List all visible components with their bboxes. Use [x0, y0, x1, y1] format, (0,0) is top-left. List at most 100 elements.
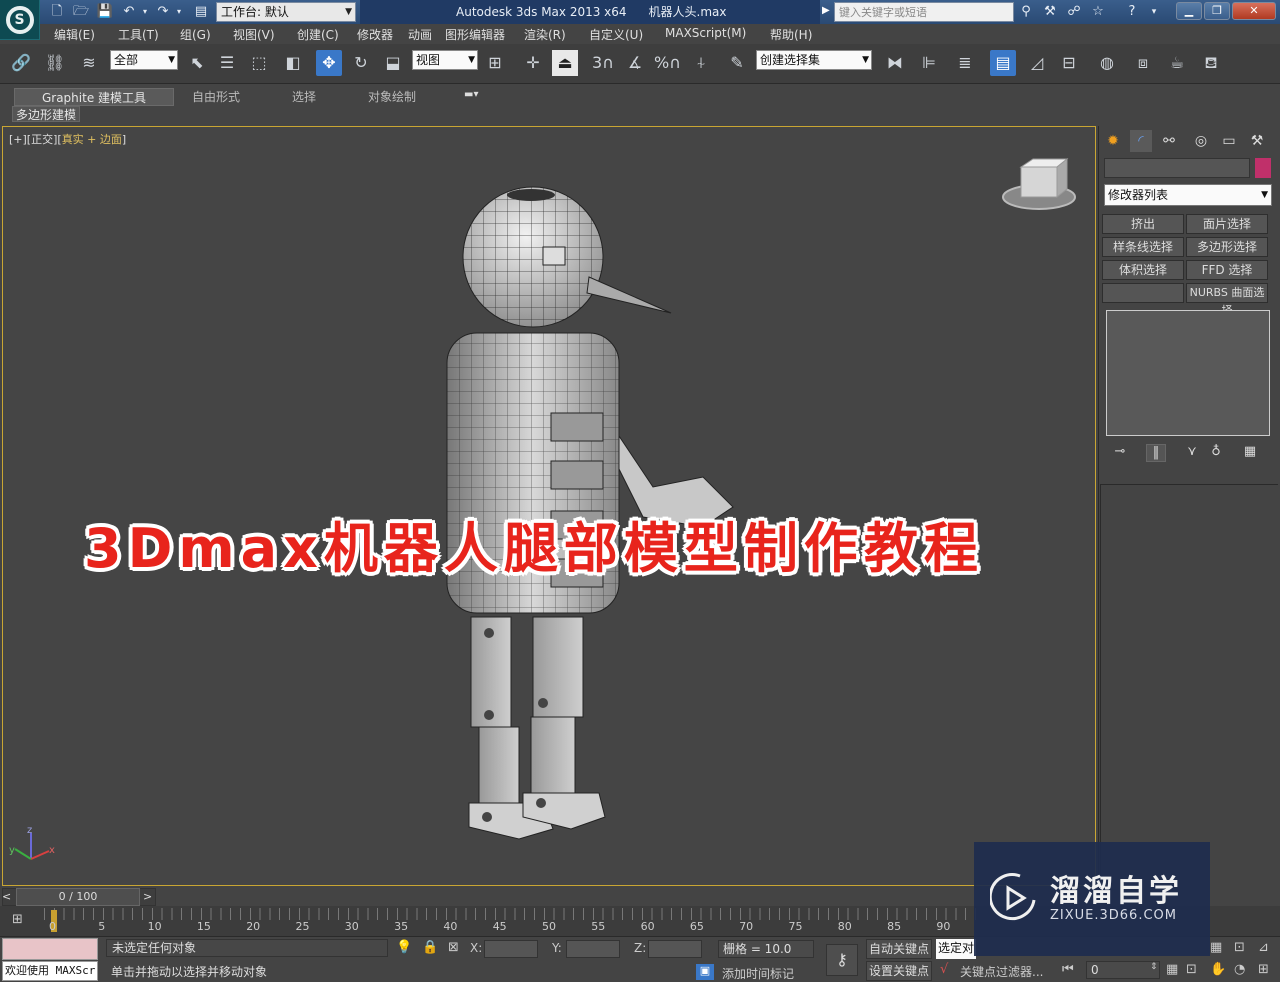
make-unique-icon[interactable]: ⋎: [1182, 444, 1202, 462]
go-to-start-icon[interactable]: ⏮: [1062, 962, 1074, 977]
x-coordinate-field[interactable]: [484, 940, 538, 958]
frame-spinner-icon[interactable]: ⇕: [1150, 962, 1158, 972]
selection-lock-icon[interactable]: 🔒: [422, 940, 438, 955]
material-editor-icon[interactable]: ◍: [1094, 50, 1120, 76]
unlink-icon[interactable]: ⛓: [42, 50, 68, 76]
menu-rendering[interactable]: 渲染(R): [524, 26, 566, 43]
key-mode-dropdown[interactable]: 选定对: [936, 939, 976, 959]
expand-arrow-icon[interactable]: ▶: [822, 5, 830, 16]
select-and-rotate-icon[interactable]: ↻: [348, 50, 374, 76]
help-icon[interactable]: ?: [1122, 3, 1142, 21]
remove-modifier-icon[interactable]: ♁: [1206, 444, 1226, 462]
modify-tab-icon[interactable]: ◜: [1130, 130, 1152, 152]
display-tab-icon[interactable]: ▭: [1218, 130, 1240, 152]
track-ruler[interactable]: [44, 908, 980, 920]
render-setup-icon[interactable]: ⧈: [1130, 50, 1156, 76]
project-folder-icon[interactable]: ▤: [192, 3, 210, 21]
time-slider-thumb[interactable]: 0 / 100: [16, 888, 140, 906]
window-crossing-icon[interactable]: ◧: [280, 50, 306, 76]
utilities-tab-icon[interactable]: ⚒: [1246, 130, 1268, 152]
restore-button[interactable]: ❐: [1204, 2, 1230, 20]
time-tag-icon[interactable]: ▣: [696, 964, 714, 980]
ribbon-options-icon[interactable]: ▬▾: [464, 89, 478, 100]
undo-icon[interactable]: ↶: [120, 3, 138, 21]
subscription-icon[interactable]: ⚒: [1040, 3, 1060, 21]
menu-modifiers[interactable]: 修改器: [357, 26, 393, 43]
menu-animation[interactable]: 动画: [408, 26, 432, 43]
empty-modifier-button[interactable]: [1102, 283, 1184, 303]
time-slider-prev-icon[interactable]: <: [2, 890, 16, 904]
motion-tab-icon[interactable]: ◎: [1190, 130, 1212, 152]
angle-snap-icon[interactable]: ∡: [622, 50, 648, 76]
view-cube[interactable]: [1002, 157, 1076, 210]
render-production-icon[interactable]: ⛾: [1198, 50, 1224, 76]
link-icon[interactable]: 🔗: [8, 50, 34, 76]
orbit-icon[interactable]: ◔: [1234, 962, 1245, 977]
spinner-snap-icon[interactable]: ⍭: [688, 50, 714, 76]
configure-modifier-sets-icon[interactable]: ▦: [1240, 444, 1260, 462]
polygon-modeling-panel[interactable]: 多边形建模: [12, 106, 80, 122]
pivot-center-icon[interactable]: ⊞: [482, 50, 508, 76]
reference-coordinate-dropdown[interactable]: 视图 ▼: [412, 50, 478, 70]
z-coordinate-field[interactable]: [648, 940, 702, 958]
menu-maxscript[interactable]: MAXScript(M): [665, 26, 746, 40]
key-filters-button[interactable]: 关键点过滤器...: [960, 963, 1043, 980]
percent-snap-icon[interactable]: %∩: [654, 50, 681, 76]
auto-key-button[interactable]: 自动关键点: [866, 939, 932, 959]
maxscript-listener-output[interactable]: [2, 938, 98, 960]
tab-selection[interactable]: 选择: [292, 88, 316, 106]
menu-group[interactable]: 组(G): [180, 26, 211, 43]
poly-select-button[interactable]: 多边形选择: [1186, 237, 1268, 257]
set-key-button[interactable]: 设置关键点: [866, 961, 932, 981]
vol-select-button[interactable]: 体积选择: [1102, 260, 1184, 280]
time-slider-next-icon[interactable]: >: [143, 890, 157, 904]
select-and-scale-icon[interactable]: ⬓: [380, 50, 406, 76]
modifier-list-dropdown[interactable]: 修改器列表 ▼: [1104, 184, 1272, 206]
minimize-button[interactable]: ▁: [1176, 2, 1202, 20]
graphite-toggle-icon[interactable]: ▤: [990, 50, 1016, 76]
zoom-extents-all-icon[interactable]: ⊡: [1234, 940, 1245, 955]
menu-create[interactable]: 创建(C): [297, 26, 339, 43]
app-logo-button[interactable]: S: [0, 0, 40, 40]
rectangular-selection-icon[interactable]: ⬚: [246, 50, 272, 76]
menu-tools[interactable]: 工具(T): [118, 26, 159, 43]
patch-select-button[interactable]: 面片选择: [1186, 214, 1268, 234]
help-dropdown-icon[interactable]: ▾: [1144, 3, 1164, 21]
time-config-icon[interactable]: ▦: [1166, 962, 1178, 977]
y-coordinate-field[interactable]: [566, 940, 620, 958]
communication-center-icon[interactable]: ☍: [1064, 3, 1084, 21]
bind-space-warp-icon[interactable]: ≋: [76, 50, 102, 76]
hierarchy-tab-icon[interactable]: ⚯: [1158, 130, 1180, 152]
selection-filter-dropdown[interactable]: 全部 ▼: [110, 50, 178, 70]
select-manipulate-icon[interactable]: ✛: [520, 50, 546, 76]
mirror-icon[interactable]: ⧓: [882, 50, 908, 76]
zoom-extents-icon[interactable]: ⊡: [1186, 962, 1197, 977]
snaps-toggle-icon[interactable]: 3∩: [590, 50, 616, 76]
select-and-move-icon[interactable]: ✥: [316, 50, 342, 76]
rendered-frame-window-icon[interactable]: ☕: [1164, 50, 1190, 76]
menu-customize[interactable]: 自定义(U): [589, 26, 643, 43]
object-name-field[interactable]: [1104, 158, 1250, 178]
show-end-result-icon[interactable]: ‖: [1146, 444, 1166, 462]
maximize-viewport-icon[interactable]: ⊞: [1258, 962, 1269, 977]
binoculars-icon[interactable]: ⚲: [1016, 3, 1036, 21]
pin-stack-icon[interactable]: ⊸: [1110, 444, 1130, 462]
absolute-mode-icon[interactable]: ⊠: [448, 940, 459, 955]
field-of-view-icon[interactable]: ⊿: [1258, 940, 1269, 955]
extrude-button[interactable]: 挤出: [1102, 214, 1184, 234]
named-selection-dropdown[interactable]: 创建选择集 ▼: [756, 50, 872, 70]
menu-help[interactable]: 帮助(H): [770, 26, 812, 43]
isolate-selection-icon[interactable]: 💡: [396, 940, 412, 955]
tab-freeform[interactable]: 自由形式: [192, 88, 240, 106]
layer-manager-icon[interactable]: ≣: [952, 50, 978, 76]
menu-edit[interactable]: 编辑(E): [54, 26, 95, 43]
ffd-select-button[interactable]: FFD 选择: [1186, 260, 1268, 280]
tab-graphite[interactable]: Graphite 建模工具: [14, 88, 174, 106]
modifier-stack[interactable]: [1106, 310, 1270, 436]
add-time-tag-button[interactable]: 添加时间标记: [722, 965, 794, 982]
new-file-icon[interactable]: 🗋: [48, 3, 66, 21]
spline-select-button[interactable]: 样条线选择: [1102, 237, 1184, 257]
set-key-icon[interactable]: ⚷: [826, 944, 858, 976]
schematic-view-icon[interactable]: ⊟: [1056, 50, 1082, 76]
maxscript-mini-listener[interactable]: 欢迎使用 MAXScr: [2, 961, 98, 981]
